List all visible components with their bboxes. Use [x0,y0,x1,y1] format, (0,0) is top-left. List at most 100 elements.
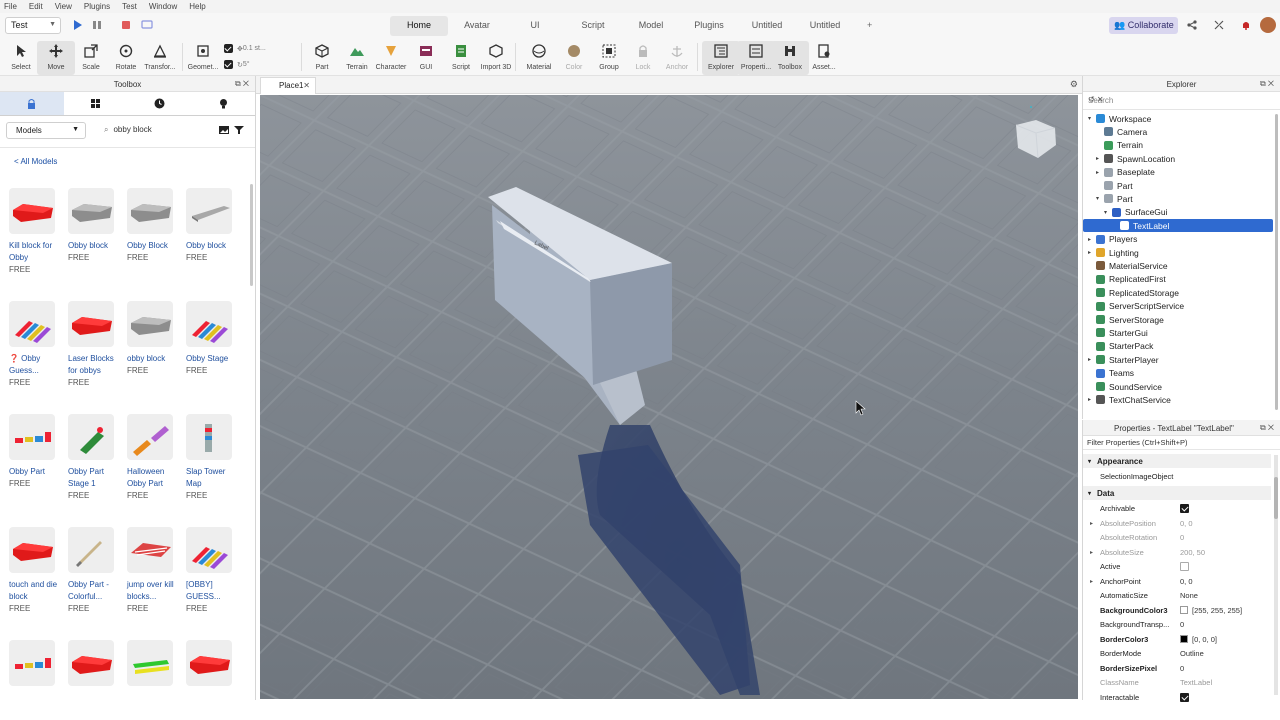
geometry-button[interactable]: Geomet... [184,41,222,75]
expand-arrow-icon[interactable]: ▸ [1088,396,1096,403]
explorer-search-input[interactable]: Search ↺ ✕ [1083,92,1280,110]
toolbox-search-input[interactable]: ⌕ obby block [104,125,152,135]
property-row[interactable]: Archivable [1083,502,1271,517]
rotate-snap-checkbox[interactable] [224,60,233,69]
model-thumbnail[interactable] [68,301,114,347]
lock-button[interactable]: Lock [624,41,662,75]
tab-home[interactable]: Home [390,16,448,36]
close-icon[interactable]: ⧉ ✕ [1260,79,1274,89]
property-row[interactable]: SelectionImageObject [1083,470,1271,485]
model-thumbnail[interactable] [127,640,173,686]
property-value[interactable]: None [1180,591,1198,600]
explorer-item-lighting[interactable]: ▸ Lighting [1088,246,1139,259]
category-select[interactable]: Models ▼ [6,122,86,139]
tab-untitled[interactable]: Untitled [796,16,854,36]
gear-icon[interactable]: ⚙ [1070,79,1078,90]
section-appearance[interactable]: ▾ Appearance [1083,454,1271,468]
property-row[interactable]: BorderMode Outline [1083,647,1271,662]
properties-scrollbar[interactable] [1274,455,1278,695]
property-value[interactable]: 0, 0 [1180,519,1193,528]
property-row[interactable]: ▸ AnchorPoint 0, 0 [1083,574,1271,589]
property-row[interactable]: ▸ AbsoluteSize 200, 50 [1083,545,1271,560]
property-row[interactable]: ClassName TextLabel [1083,676,1271,691]
tab-recent[interactable] [128,92,192,115]
expand-arrow-icon[interactable]: ▸ [1088,356,1096,363]
property-value[interactable]: 0 [1180,533,1184,542]
toolbox-item-card[interactable]: [OBBY] GUESS... FREE [186,527,238,615]
property-row[interactable]: BorderSizePixel 0 [1083,661,1271,676]
toolbox-item-card[interactable]: Obby block FREE [68,188,120,264]
toolbox-item-card[interactable]: jump over kill blocks... FREE [127,527,179,615]
toolbox-item-card[interactable]: Halloween Obby Part FREE [127,414,179,502]
history-icon[interactable]: ↺ ✕ [1088,95,1274,104]
model-thumbnail[interactable] [9,301,55,347]
rotate-tool-button[interactable]: Rotate [107,41,145,75]
property-value[interactable] [1180,562,1189,572]
tab-creations[interactable] [191,92,255,115]
test-mode-select[interactable]: Test ▼ [5,17,61,34]
model-name[interactable]: Laser Blocks for obbys [68,353,120,377]
group-button[interactable]: Group [590,41,628,75]
model-thumbnail[interactable] [9,527,55,573]
move-snap-row[interactable]: ✥ 0.1 st... [224,42,266,55]
toolbox-item-card[interactable]: Obby Stage FREE [186,301,238,377]
chevron-down-icon[interactable]: ▾ [1088,490,1091,497]
property-value[interactable] [1180,692,1189,702]
explorer-item-surfacegui[interactable]: ▾ SurfaceGui [1104,206,1168,219]
tab-untitled[interactable]: Untitled [738,16,796,36]
property-value[interactable]: Outline [1180,649,1204,658]
model-name[interactable]: Kill block for Obby [9,240,61,264]
gui-button[interactable]: GUI [407,41,445,75]
expand-arrow-icon[interactable]: ▸ [1088,249,1096,256]
pause-icon[interactable] [90,18,104,32]
property-row[interactable]: AutomaticSize None [1083,589,1271,604]
collaborate-button[interactable]: 👥 Collaborate [1109,17,1178,34]
toolbox-item-card[interactable]: Laser Blocks for obbys FREE [68,301,120,389]
expand-arrow-icon[interactable]: ▸ [1096,169,1104,176]
explorer-item-starterpack[interactable]: StarterPack [1088,340,1153,353]
explorer-item-part[interactable]: Part [1096,179,1133,192]
explorer-item-textchatservice[interactable]: ▸ TextChatService [1088,393,1171,406]
explorer-item-serverstorage[interactable]: ServerStorage [1088,313,1164,326]
model-thumbnail[interactable] [186,527,232,573]
explorer-item-replicatedfirst[interactable]: ReplicatedFirst [1088,273,1166,286]
tab-plugins[interactable]: Plugins [680,16,738,36]
toolbox-item-card[interactable]: Obby Part FREE [9,414,61,490]
expand-arrow-icon[interactable]: ▾ [1088,115,1096,122]
model-thumbnail[interactable] [127,188,173,234]
property-row[interactable]: ▸ AbsolutePosition 0, 0 [1083,516,1271,531]
notifications-icon[interactable] [1240,19,1252,31]
toolbox-item-card[interactable]: Obby Part - Colorful... FREE [68,527,120,615]
color-swatch[interactable] [1180,635,1188,644]
property-row[interactable]: Active [1083,560,1271,575]
menu-item-test[interactable]: Test [122,2,137,11]
toolbox-toggle-button[interactable]: Toolbox [771,41,809,75]
toolbox-item-card[interactable]: obby block FREE [127,301,179,377]
menu-item-file[interactable]: File [4,2,17,11]
model-thumbnail[interactable] [127,414,173,460]
close-icon[interactable]: ✕ [303,81,310,90]
expand-arrow-icon[interactable]: ▸ [1096,155,1104,162]
explorer-item-players[interactable]: ▸ Players [1088,233,1137,246]
menu-item-help[interactable]: Help [189,2,205,11]
toolbox-item-card[interactable]: Obby Part Stage 1 FREE [68,414,120,502]
device-icon[interactable] [140,18,154,32]
model-thumbnail[interactable] [127,301,173,347]
explorer-item-spawnlocation[interactable]: ▸ SpawnLocation [1096,152,1175,165]
avatar[interactable] [1260,17,1276,33]
property-value[interactable]: TextLabel [1180,678,1212,687]
anchor-button[interactable]: Anchor [658,41,696,75]
menu-item-edit[interactable]: Edit [29,2,43,11]
asset-manager-button[interactable]: Asset... [805,41,843,75]
image-icon[interactable] [219,125,229,135]
property-row[interactable]: BackgroundColor3 [255, 255, 255] [1083,603,1271,618]
tab-place1[interactable]: Place1 ✕ [260,77,316,94]
model-name[interactable]: Obby Part - Colorful... [68,579,120,603]
menu-item-plugins[interactable]: Plugins [84,2,110,11]
select-tool-button[interactable]: Select [2,41,40,75]
scale-tool-button[interactable]: Scale [72,41,110,75]
model-name[interactable]: Halloween Obby Part [127,466,179,490]
model-name[interactable]: [OBBY] GUESS... [186,579,238,603]
property-value[interactable]: 0 [1180,664,1184,673]
tab-inventory[interactable] [0,92,64,115]
